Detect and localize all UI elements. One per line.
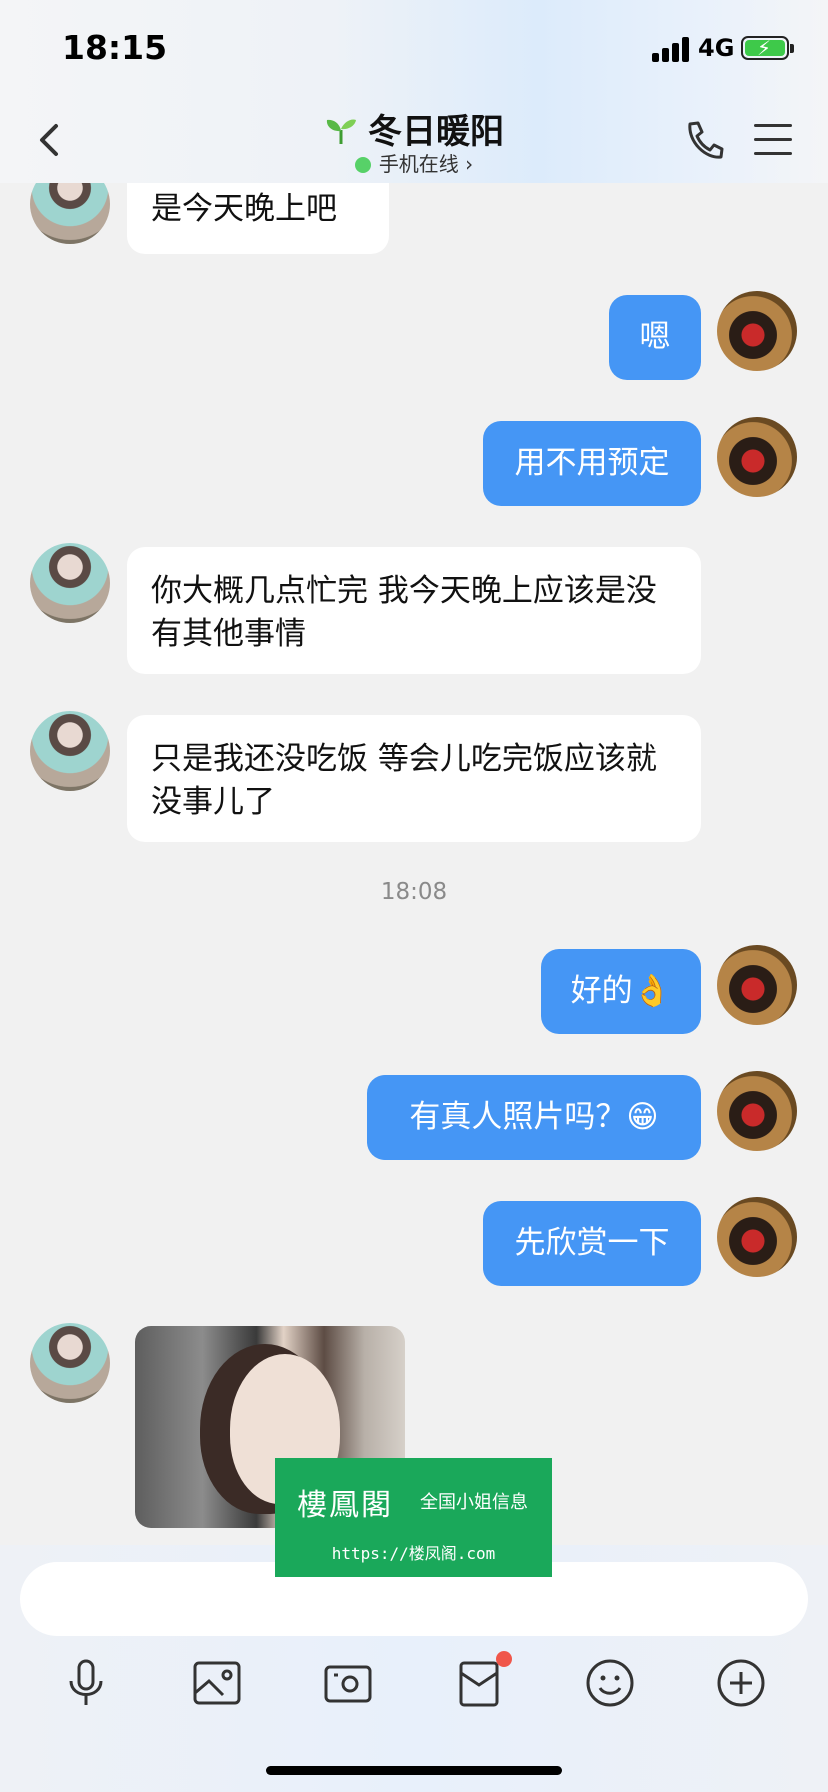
input-bar bbox=[0, 1545, 828, 1792]
message-bubble-outgoing[interactable]: 先欣赏一下 bbox=[483, 1201, 701, 1286]
message-bubble-incoming[interactable]: 你大概几点忙完 我今天晚上应该是没有其他事情 bbox=[127, 547, 701, 674]
contact-avatar[interactable] bbox=[30, 543, 110, 623]
watermark-banner: 樓鳳閣 全国小姐信息 https://楼凤阁.com bbox=[275, 1458, 552, 1577]
home-indicator[interactable] bbox=[266, 1766, 562, 1775]
timestamp: 18:08 bbox=[380, 879, 448, 905]
phone-icon[interactable] bbox=[682, 118, 726, 162]
toolbar bbox=[0, 1651, 828, 1725]
menu-icon[interactable] bbox=[754, 124, 792, 156]
chevron-right-icon: › bbox=[465, 152, 474, 176]
top-bar: 18:15 4G ⚡ 冬日暖阳 手机在线 › bbox=[0, 0, 828, 183]
network-label: 4G bbox=[698, 34, 735, 62]
online-dot-icon bbox=[354, 157, 371, 173]
contact-name: 冬日暖阳 bbox=[368, 112, 504, 152]
contact-avatar[interactable] bbox=[30, 1323, 110, 1403]
online-status-label: 手机在线 bbox=[378, 152, 459, 176]
status-time: 18:15 bbox=[62, 28, 168, 67]
watermark-title: 樓鳳閣 bbox=[297, 1488, 393, 1523]
watermark-tagline: 全国小姐信息 bbox=[420, 1492, 528, 1513]
watermark-url: https://楼凤阁.com bbox=[331, 1544, 496, 1563]
notification-badge bbox=[496, 1651, 512, 1667]
image-icon[interactable] bbox=[189, 1655, 245, 1711]
sprout-icon bbox=[326, 119, 356, 144]
message-bubble-outgoing[interactable]: 嗯 bbox=[609, 295, 701, 380]
message-bubble-outgoing[interactable]: 好的👌 bbox=[541, 949, 701, 1034]
my-avatar[interactable] bbox=[717, 1197, 797, 1277]
microphone-icon[interactable] bbox=[58, 1655, 114, 1711]
message-bubble-outgoing[interactable]: 有真人照片吗？😁 bbox=[367, 1075, 701, 1160]
emoji-icon[interactable] bbox=[582, 1655, 638, 1711]
message-bubble-incoming[interactable]: 只是我还没吃饭 等会儿吃完饭应该就没事儿了 bbox=[127, 715, 701, 842]
signal-icon bbox=[652, 36, 692, 62]
my-avatar[interactable] bbox=[717, 417, 797, 497]
battery-icon: ⚡ bbox=[741, 36, 789, 60]
my-avatar[interactable] bbox=[717, 291, 797, 371]
camera-icon[interactable] bbox=[320, 1655, 376, 1711]
contact-avatar[interactable] bbox=[30, 711, 110, 791]
plus-icon[interactable] bbox=[713, 1655, 769, 1711]
message-bubble-outgoing[interactable]: 用不用预定 bbox=[483, 421, 701, 506]
battery-tip bbox=[790, 44, 794, 53]
my-avatar[interactable] bbox=[717, 1071, 797, 1151]
my-avatar[interactable] bbox=[717, 945, 797, 1025]
